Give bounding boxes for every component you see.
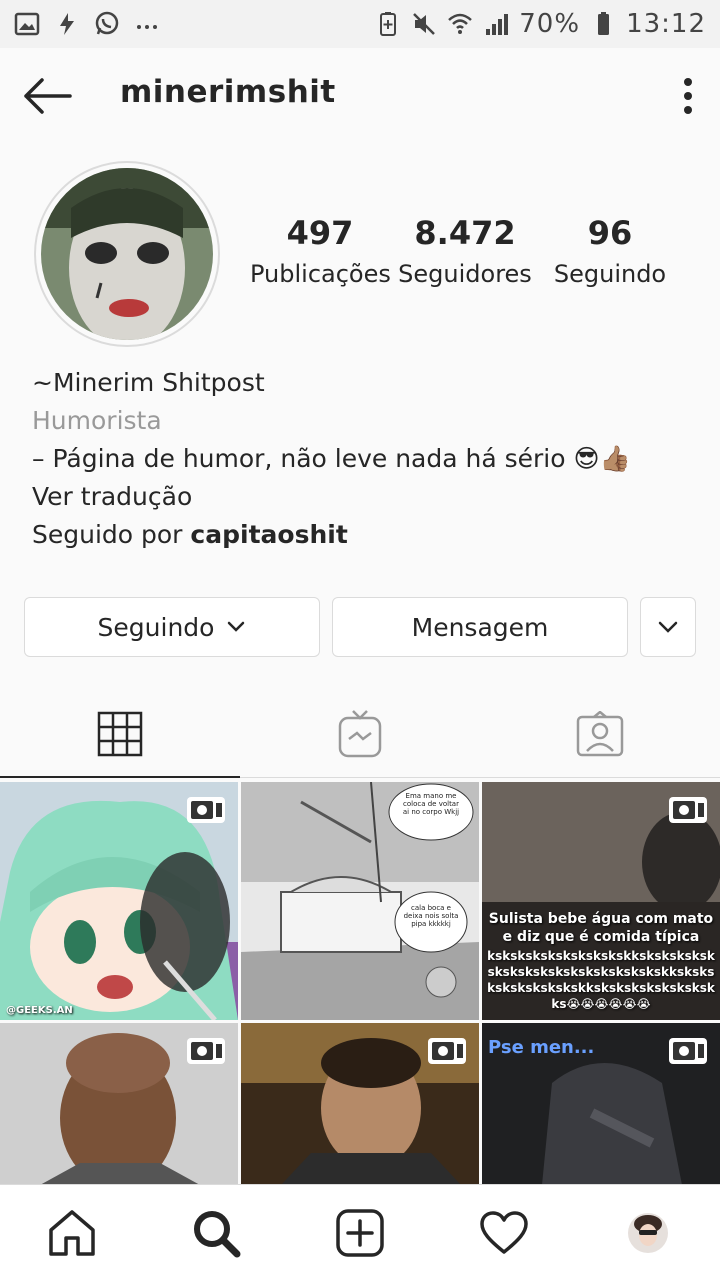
add-post-icon [336, 1208, 384, 1257]
profile-avatar [41, 168, 213, 340]
followed-by-prefix: Seguido por [32, 520, 191, 549]
profile-bio-text: – Página de humor, não leve nada há séri… [32, 444, 631, 473]
stat-following[interactable]: 96 Seguindo [540, 214, 680, 288]
battery-saver-icon [380, 12, 397, 36]
grid-icon [97, 711, 143, 756]
stat-value: 96 [587, 214, 633, 252]
mute-icon [413, 13, 436, 35]
nav-search[interactable] [186, 1203, 246, 1263]
followed-by-user: capitaoshit [190, 520, 348, 549]
tagged-icon [576, 710, 624, 756]
message-button[interactable]: Mensagem [332, 597, 628, 657]
back-arrow-icon[interactable] [22, 76, 72, 116]
chevron-down-icon [228, 621, 245, 632]
clock: 13:12 [626, 9, 706, 39]
battery-percent: 70% [519, 9, 581, 39]
profile-display-name: ~Minerim Shitpost [32, 368, 265, 397]
profile-avatar-ring[interactable] [34, 161, 220, 347]
chevron-down-icon [658, 621, 678, 633]
home-icon [49, 1209, 95, 1256]
igtv-badge-icon [187, 1038, 225, 1064]
signal-icon [486, 14, 509, 35]
igtv-icon [338, 709, 382, 757]
igtv-badge-icon [187, 797, 225, 823]
post-caption-laugh: kskskskskskskskskskksksksksksksksksksksk… [487, 949, 715, 1011]
search-icon [194, 1210, 241, 1257]
bolt-icon [60, 13, 74, 35]
posts-grid: @GEEKS.AN Ema mano me coloca de voltar a… [0, 782, 720, 1185]
profile-category: Humorista [32, 406, 162, 435]
tab-grid[interactable] [0, 690, 240, 778]
more-dots-icon [137, 25, 157, 29]
igtv-badge-icon [669, 1038, 707, 1064]
more-options-icon[interactable] [682, 76, 694, 116]
whatsapp-icon [95, 11, 119, 35]
bottom-navigation [0, 1184, 720, 1280]
stat-posts[interactable]: 497 Publicações [250, 214, 391, 288]
post-thumbnail[interactable]: Pse men... [482, 1023, 720, 1185]
heart-icon [480, 1210, 528, 1254]
nav-home[interactable] [42, 1203, 102, 1263]
stat-value: 497 [286, 214, 354, 252]
nav-add-post[interactable] [330, 1203, 390, 1263]
post-thumbnail[interactable]: Ema mano me coloca de voltar ai no corpo… [241, 782, 479, 1020]
post-watermark: @GEEKS.AN [6, 1005, 73, 1016]
message-button-label: Mensagem [411, 612, 549, 642]
profile-username: minerimshit [120, 74, 336, 110]
igtv-badge-icon [428, 1038, 466, 1064]
nav-profile[interactable] [618, 1203, 678, 1263]
speech-bubble-text: Ema mano me coloca de voltar ai no corpo… [402, 792, 460, 816]
stat-label: Publicações [250, 260, 391, 288]
see-translation-link[interactable]: Ver tradução [32, 478, 692, 516]
stat-label: Seguindo [553, 260, 667, 288]
speech-bubble-text: cala boca e deixa nois solta pipa kkkkkj [403, 904, 459, 928]
profile-header: minerimshit [0, 48, 720, 144]
following-button[interactable]: Seguindo [24, 597, 320, 657]
image-icon [14, 12, 40, 36]
status-bar: 70% 13:12 [0, 0, 720, 48]
stat-label: Seguidores [398, 260, 532, 288]
profile-stats: 497 Publicações 8.472 Seguidores 96 Segu… [250, 214, 680, 288]
followed-by[interactable]: Seguido por capitaoshit [32, 516, 692, 554]
tab-igtv[interactable] [240, 690, 480, 777]
profile-avatar-icon [628, 1212, 668, 1253]
tab-tagged[interactable] [480, 690, 720, 777]
profile-bio: ~Minerim Shitpost Humorista – Página de … [32, 364, 692, 554]
igtv-badge-icon [669, 797, 707, 823]
wifi-icon [448, 13, 473, 34]
post-thumbnail[interactable]: Sulista bebe água com mato e diz que é c… [482, 782, 720, 1020]
post-caption: Sulista bebe água com mato e diz que é c… [488, 911, 714, 945]
post-caption: Pse men... [488, 1037, 595, 1058]
suggested-accounts-button[interactable] [640, 597, 696, 657]
battery-icon [598, 12, 610, 35]
nav-activity[interactable] [474, 1203, 534, 1263]
post-thumbnail[interactable] [0, 1023, 238, 1185]
following-button-label: Seguindo [97, 612, 215, 642]
stat-value: 8.472 [414, 214, 516, 252]
stat-followers[interactable]: 8.472 Seguidores [395, 214, 535, 288]
post-thumbnail[interactable] [241, 1023, 479, 1185]
profile-tabs [0, 690, 720, 778]
post-thumbnail[interactable]: @GEEKS.AN [0, 782, 238, 1020]
